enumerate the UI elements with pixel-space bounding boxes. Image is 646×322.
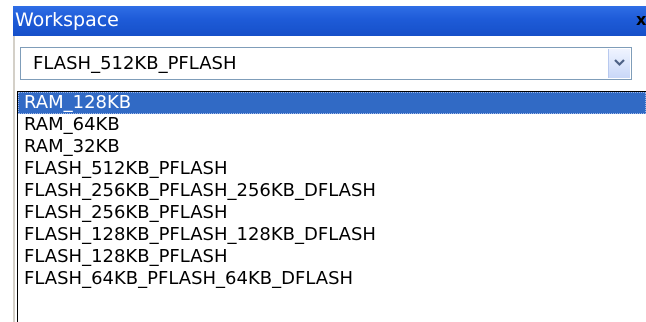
list-item[interactable]: FLASH_128KB_PFLASH [18, 246, 646, 268]
list-item[interactable]: RAM_32KB [18, 136, 646, 158]
title-bar: Workspace x [13, 6, 646, 36]
list-item[interactable]: FLASH_128KB_PFLASH_128KB_DFLASH [18, 224, 646, 246]
list-item[interactable]: FLASH_256KB_PFLASH_256KB_DFLASH [18, 180, 646, 202]
close-icon[interactable]: x [636, 10, 646, 30]
dropdown-list[interactable]: RAM_128KB RAM_64KB RAM_32KB FLASH_512KB_… [17, 91, 646, 322]
list-item[interactable]: RAM_64KB [18, 114, 646, 136]
list-item[interactable]: FLASH_256KB_PFLASH [18, 202, 646, 224]
workspace-window: Workspace x FLASH_512KB_PFLASH RAM_128KB… [0, 0, 646, 322]
target-combo-box[interactable]: FLASH_512KB_PFLASH [20, 47, 632, 80]
list-item[interactable]: RAM_128KB [18, 92, 646, 114]
chevron-down-icon [614, 59, 625, 67]
combo-selected-value: FLASH_512KB_PFLASH [33, 53, 237, 74]
window-title: Workspace [15, 9, 119, 31]
list-item[interactable]: FLASH_512KB_PFLASH [18, 158, 646, 180]
dropdown-arrow-button[interactable] [608, 49, 630, 78]
list-item[interactable]: FLASH_64KB_PFLASH_64KB_DFLASH [18, 268, 646, 290]
